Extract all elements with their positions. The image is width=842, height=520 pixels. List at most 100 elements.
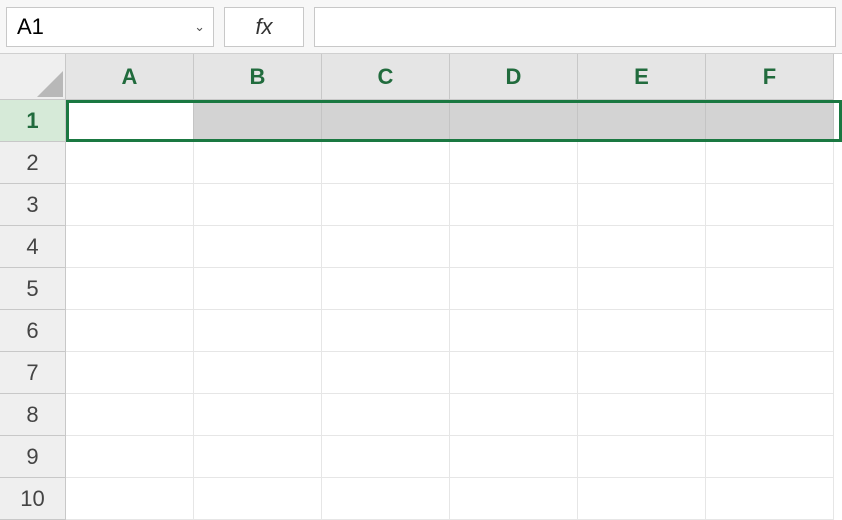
cell-c1[interactable] xyxy=(322,100,450,142)
row-header-5[interactable]: 5 xyxy=(0,268,66,310)
row-label: 8 xyxy=(26,402,38,428)
cell-b6[interactable] xyxy=(194,310,322,352)
cell-c4[interactable] xyxy=(322,226,450,268)
column-label: D xyxy=(506,64,522,90)
column-headers: A B C D E F xyxy=(0,54,842,100)
cell-b1[interactable] xyxy=(194,100,322,142)
row-header-10[interactable]: 10 xyxy=(0,478,66,520)
cell-e2[interactable] xyxy=(578,142,706,184)
cell-e10[interactable] xyxy=(578,478,706,520)
row-header-7[interactable]: 7 xyxy=(0,352,66,394)
column-header-e[interactable]: E xyxy=(578,54,706,100)
cell-a4[interactable] xyxy=(66,226,194,268)
row-header-3[interactable]: 3 xyxy=(0,184,66,226)
cell-f6[interactable] xyxy=(706,310,834,352)
cell-f10[interactable] xyxy=(706,478,834,520)
row-9: 9 xyxy=(0,436,842,478)
row-header-4[interactable]: 4 xyxy=(0,226,66,268)
cell-f5[interactable] xyxy=(706,268,834,310)
cell-d2[interactable] xyxy=(450,142,578,184)
column-label: E xyxy=(634,64,649,90)
cell-e1[interactable] xyxy=(578,100,706,142)
cell-a10[interactable] xyxy=(66,478,194,520)
row-3: 3 xyxy=(0,184,842,226)
column-label: F xyxy=(763,64,776,90)
spreadsheet-grid[interactable]: A B C D E F 1 2 3 4 xyxy=(0,54,842,520)
column-header-b[interactable]: B xyxy=(194,54,322,100)
column-label: A xyxy=(122,64,138,90)
cell-b8[interactable] xyxy=(194,394,322,436)
cell-c3[interactable] xyxy=(322,184,450,226)
select-all-button[interactable] xyxy=(0,54,66,100)
cell-b10[interactable] xyxy=(194,478,322,520)
cell-b4[interactable] xyxy=(194,226,322,268)
chevron-down-icon[interactable]: ⌄ xyxy=(194,19,205,35)
cell-b5[interactable] xyxy=(194,268,322,310)
cell-b2[interactable] xyxy=(194,142,322,184)
row-header-1[interactable]: 1 xyxy=(0,100,66,142)
column-header-d[interactable]: D xyxy=(450,54,578,100)
cell-b9[interactable] xyxy=(194,436,322,478)
cell-a8[interactable] xyxy=(66,394,194,436)
cell-d9[interactable] xyxy=(450,436,578,478)
cell-c10[interactable] xyxy=(322,478,450,520)
cell-d7[interactable] xyxy=(450,352,578,394)
cell-d1[interactable] xyxy=(450,100,578,142)
cell-c6[interactable] xyxy=(322,310,450,352)
cell-e5[interactable] xyxy=(578,268,706,310)
cell-e4[interactable] xyxy=(578,226,706,268)
cell-a3[interactable] xyxy=(66,184,194,226)
cell-a9[interactable] xyxy=(66,436,194,478)
cell-d3[interactable] xyxy=(450,184,578,226)
cell-e9[interactable] xyxy=(578,436,706,478)
cell-c7[interactable] xyxy=(322,352,450,394)
cell-a7[interactable] xyxy=(66,352,194,394)
name-box[interactable]: A1 ⌄ xyxy=(6,7,214,47)
row-4: 4 xyxy=(0,226,842,268)
cell-f7[interactable] xyxy=(706,352,834,394)
cell-e7[interactable] xyxy=(578,352,706,394)
cell-a6[interactable] xyxy=(66,310,194,352)
cell-d10[interactable] xyxy=(450,478,578,520)
cell-c9[interactable] xyxy=(322,436,450,478)
cell-f4[interactable] xyxy=(706,226,834,268)
row-5: 5 xyxy=(0,268,842,310)
cell-a2[interactable] xyxy=(66,142,194,184)
fx-button[interactable]: fx xyxy=(224,7,304,47)
cell-b7[interactable] xyxy=(194,352,322,394)
cell-e6[interactable] xyxy=(578,310,706,352)
row-header-6[interactable]: 6 xyxy=(0,310,66,352)
cell-b3[interactable] xyxy=(194,184,322,226)
row-2: 2 xyxy=(0,142,842,184)
cell-d6[interactable] xyxy=(450,310,578,352)
cell-f8[interactable] xyxy=(706,394,834,436)
cell-c2[interactable] xyxy=(322,142,450,184)
row-label: 1 xyxy=(26,108,38,134)
row-8: 8 xyxy=(0,394,842,436)
cell-a5[interactable] xyxy=(66,268,194,310)
row-header-2[interactable]: 2 xyxy=(0,142,66,184)
cell-d4[interactable] xyxy=(450,226,578,268)
row-6: 6 xyxy=(0,310,842,352)
column-header-c[interactable]: C xyxy=(322,54,450,100)
column-header-f[interactable]: F xyxy=(706,54,834,100)
cell-e3[interactable] xyxy=(578,184,706,226)
cell-d5[interactable] xyxy=(450,268,578,310)
cell-e8[interactable] xyxy=(578,394,706,436)
formula-input[interactable] xyxy=(314,7,836,47)
row-header-8[interactable]: 8 xyxy=(0,394,66,436)
cell-f2[interactable] xyxy=(706,142,834,184)
row-label: 3 xyxy=(26,192,38,218)
cell-d8[interactable] xyxy=(450,394,578,436)
row-header-9[interactable]: 9 xyxy=(0,436,66,478)
fx-label: fx xyxy=(255,14,272,40)
cell-f1[interactable] xyxy=(706,100,834,142)
column-header-a[interactable]: A xyxy=(66,54,194,100)
cell-f3[interactable] xyxy=(706,184,834,226)
cell-c5[interactable] xyxy=(322,268,450,310)
row-label: 4 xyxy=(26,234,38,260)
cell-a1[interactable] xyxy=(66,100,194,142)
cell-f9[interactable] xyxy=(706,436,834,478)
row-label: 10 xyxy=(20,486,44,512)
cell-c8[interactable] xyxy=(322,394,450,436)
